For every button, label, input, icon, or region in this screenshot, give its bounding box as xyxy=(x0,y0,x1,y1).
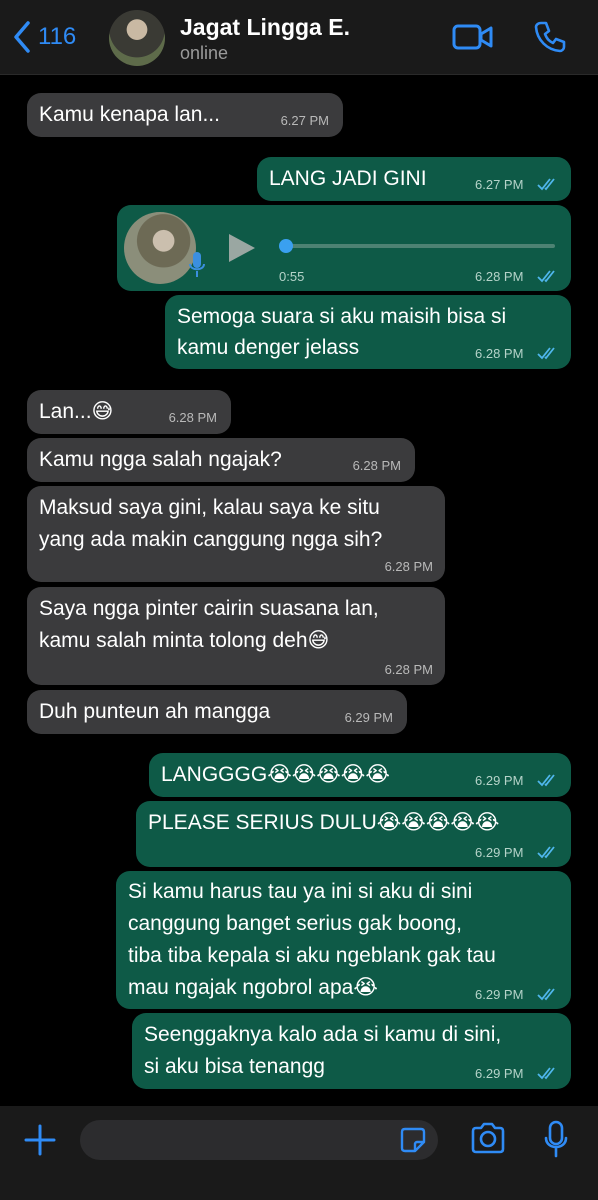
double-check-icon xyxy=(537,774,555,787)
message-time: 6.28 PM xyxy=(352,458,401,473)
double-check-icon xyxy=(537,347,555,360)
incoming-message[interactable]: Saya ngga pinter cairin suasana lan, kam… xyxy=(27,587,445,685)
composer-bar xyxy=(0,1106,598,1200)
microphone-icon[interactable] xyxy=(543,1120,569,1158)
message-text: kamu salah minta tolong deh😅 xyxy=(39,629,330,652)
message-text: Kamu ngga salah ngajak? xyxy=(39,448,282,471)
contact-name[interactable]: Jagat Lingga E. xyxy=(180,14,350,41)
phone-icon[interactable] xyxy=(533,20,567,54)
sticker-icon[interactable] xyxy=(400,1127,426,1153)
message-time: 6.28 PM xyxy=(168,410,217,425)
outgoing-message[interactable]: Semoga suara si aku maisih bisa si kamu … xyxy=(165,295,571,369)
incoming-message[interactable]: Maksud saya gini, kalau saya ke situ yan… xyxy=(27,486,445,582)
camera-icon[interactable] xyxy=(470,1122,506,1154)
message-text: PLEASE SERIUS DULU😭😭😭😭😭 xyxy=(148,811,500,834)
video-call-icon[interactable] xyxy=(452,20,494,54)
message-time: 6.29 PM xyxy=(344,710,393,725)
outgoing-message[interactable]: LANG JADI GINI 6.27 PM xyxy=(257,157,571,201)
outgoing-message[interactable]: Si kamu harus tau ya ini si aku di sini … xyxy=(116,871,571,1009)
incoming-message[interactable]: Kamu ngga salah ngajak? 6.28 PM xyxy=(27,438,415,482)
avatar[interactable] xyxy=(109,10,165,66)
double-check-icon xyxy=(537,988,555,1001)
voice-sender-avatar xyxy=(124,212,196,284)
message-time: 6.28 PM xyxy=(475,346,524,361)
plus-icon[interactable] xyxy=(22,1122,58,1158)
voice-message[interactable]: 0:55 6.28 PM xyxy=(117,205,571,291)
message-text: tiba tiba kepala si aku ngeblank gak tau xyxy=(128,944,496,967)
play-icon[interactable] xyxy=(227,232,257,264)
unread-count: 116 xyxy=(38,23,77,50)
message-text: Duh punteun ah mangga xyxy=(39,700,271,723)
message-time: 6.27 PM xyxy=(280,113,329,128)
chat-header: 116 Jagat Lingga E. online xyxy=(0,0,598,75)
message-text: Semoga suara si aku maisih bisa si xyxy=(177,305,507,328)
message-text: Kamu kenapa lan... xyxy=(39,103,220,126)
message-text: Seenggaknya kalo ada si kamu di sini, xyxy=(144,1023,502,1046)
message-text: Si kamu harus tau ya ini si aku di sini xyxy=(128,880,473,903)
back-button[interactable]: 116 xyxy=(12,20,76,54)
message-time: 6.28 PM xyxy=(384,559,433,574)
double-check-icon xyxy=(537,270,555,283)
message-text: Lan...😅 xyxy=(39,400,114,423)
message-text: LANG JADI GINI xyxy=(269,167,427,190)
incoming-message[interactable]: Duh punteun ah mangga 6.29 PM xyxy=(27,690,407,734)
message-text: si aku bisa tenangg xyxy=(144,1055,325,1078)
message-text: yang ada makin canggung ngga sih? xyxy=(39,528,383,551)
microphone-icon xyxy=(189,252,205,277)
incoming-message[interactable]: Kamu kenapa lan... 6.27 PM xyxy=(27,93,343,137)
chevron-left-icon xyxy=(14,21,30,53)
message-time: 6.29 PM xyxy=(475,845,524,860)
message-time: 6.29 PM xyxy=(475,1066,524,1081)
message-text: Maksud saya gini, kalau saya ke situ xyxy=(39,496,380,519)
double-check-icon xyxy=(537,846,555,859)
double-check-icon xyxy=(537,1067,555,1080)
message-time: 6.28 PM xyxy=(384,662,433,677)
voice-duration: 0:55 xyxy=(279,269,305,284)
message-time: 6.29 PM xyxy=(475,773,524,788)
incoming-message[interactable]: Lan...😅 6.28 PM xyxy=(27,390,231,434)
double-check-icon xyxy=(537,178,555,191)
message-time: 6.28 PM xyxy=(475,269,524,284)
message-text: kamu denger jelass xyxy=(177,336,360,359)
contact-status: online xyxy=(180,43,229,63)
message-text: mau ngajak ngobrol apa😭 xyxy=(128,976,378,999)
message-text: Saya ngga pinter cairin suasana lan, xyxy=(39,597,379,620)
outgoing-message[interactable]: LANGGGG😭😭😭😭😭 6.29 PM xyxy=(149,753,571,797)
message-text: LANGGGG😭😭😭😭😭 xyxy=(161,763,390,786)
outgoing-message[interactable]: Seenggaknya kalo ada si kamu di sini, si… xyxy=(132,1013,571,1089)
message-input[interactable] xyxy=(80,1120,438,1160)
message-time: 6.27 PM xyxy=(475,177,524,192)
message-text: canggung banget serius gak boong, xyxy=(128,912,462,935)
outgoing-message[interactable]: PLEASE SERIUS DULU😭😭😭😭😭 6.29 PM xyxy=(136,801,571,867)
voice-progress-knob[interactable] xyxy=(279,239,293,253)
message-time: 6.29 PM xyxy=(475,987,524,1002)
voice-progress-track[interactable] xyxy=(287,244,555,248)
